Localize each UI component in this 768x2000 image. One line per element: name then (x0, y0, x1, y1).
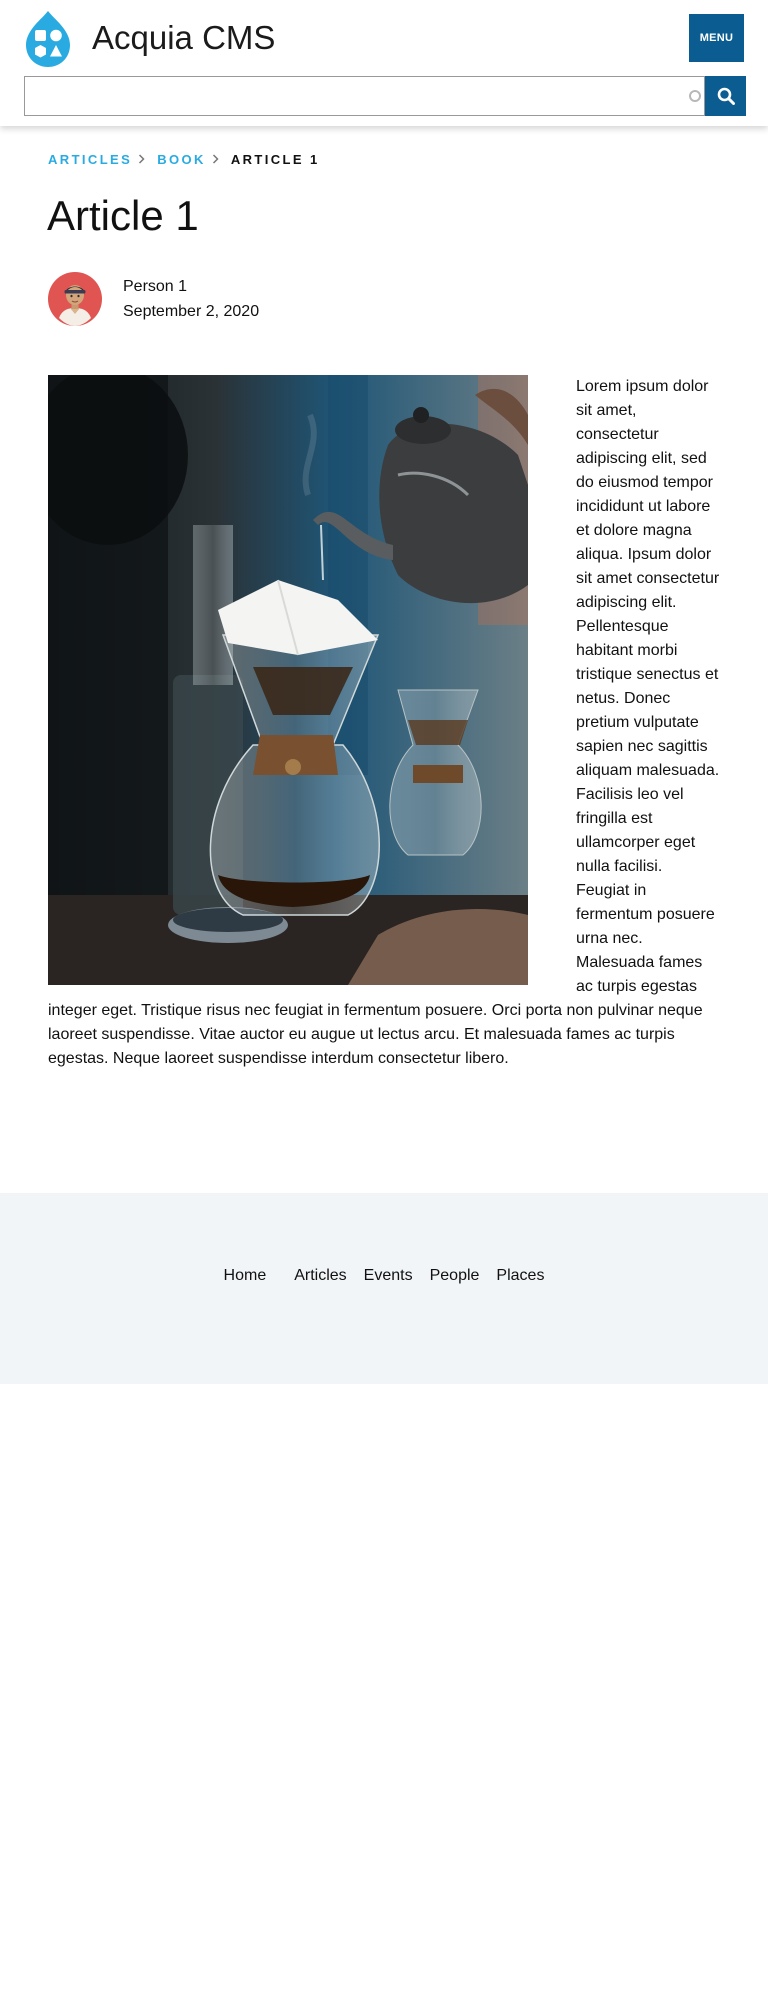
publish-date: September 2, 2020 (123, 303, 260, 320)
search-throbber-icon (689, 90, 701, 102)
footer-nav: Home Articles Events People Places (0, 1265, 768, 1287)
footer-link-home[interactable]: Home (224, 1265, 267, 1287)
site-name[interactable]: Acquia CMS (92, 18, 275, 58)
breadcrumb-link-book[interactable]: BOOK (157, 152, 206, 167)
site-header: Acquia CMS MENU (0, 0, 768, 126)
chevron-right-icon (212, 152, 219, 167)
menu-button[interactable]: MENU (689, 14, 744, 62)
coffee-pour-over-photo (48, 375, 528, 985)
search-button[interactable] (705, 76, 746, 116)
page-title: Article 1 (47, 192, 199, 239)
chevron-right-icon (138, 152, 145, 167)
article-body: Lorem ipsum dolor sit amet, consectetur … (48, 375, 720, 1071)
author-name[interactable]: Person 1 (123, 276, 187, 298)
search-input[interactable] (24, 76, 705, 116)
search-icon (717, 87, 735, 105)
breadcrumb-current: ARTICLE 1 (230, 151, 320, 167)
footer-link-articles[interactable]: Articles (294, 1265, 346, 1287)
site-footer: Home Articles Events People Places (0, 1193, 768, 1384)
footer-link-people[interactable]: People (430, 1265, 480, 1287)
breadcrumb-link-articles[interactable]: ARTICLES (48, 152, 132, 167)
breadcrumb: ARTICLES BOOK ARTICLE 1 (48, 150, 320, 168)
footer-link-events[interactable]: Events (364, 1265, 413, 1287)
drupal-drop-icon[interactable] (24, 10, 72, 68)
person-avatar-icon[interactable] (48, 272, 102, 326)
footer-link-places[interactable]: Places (496, 1265, 544, 1287)
